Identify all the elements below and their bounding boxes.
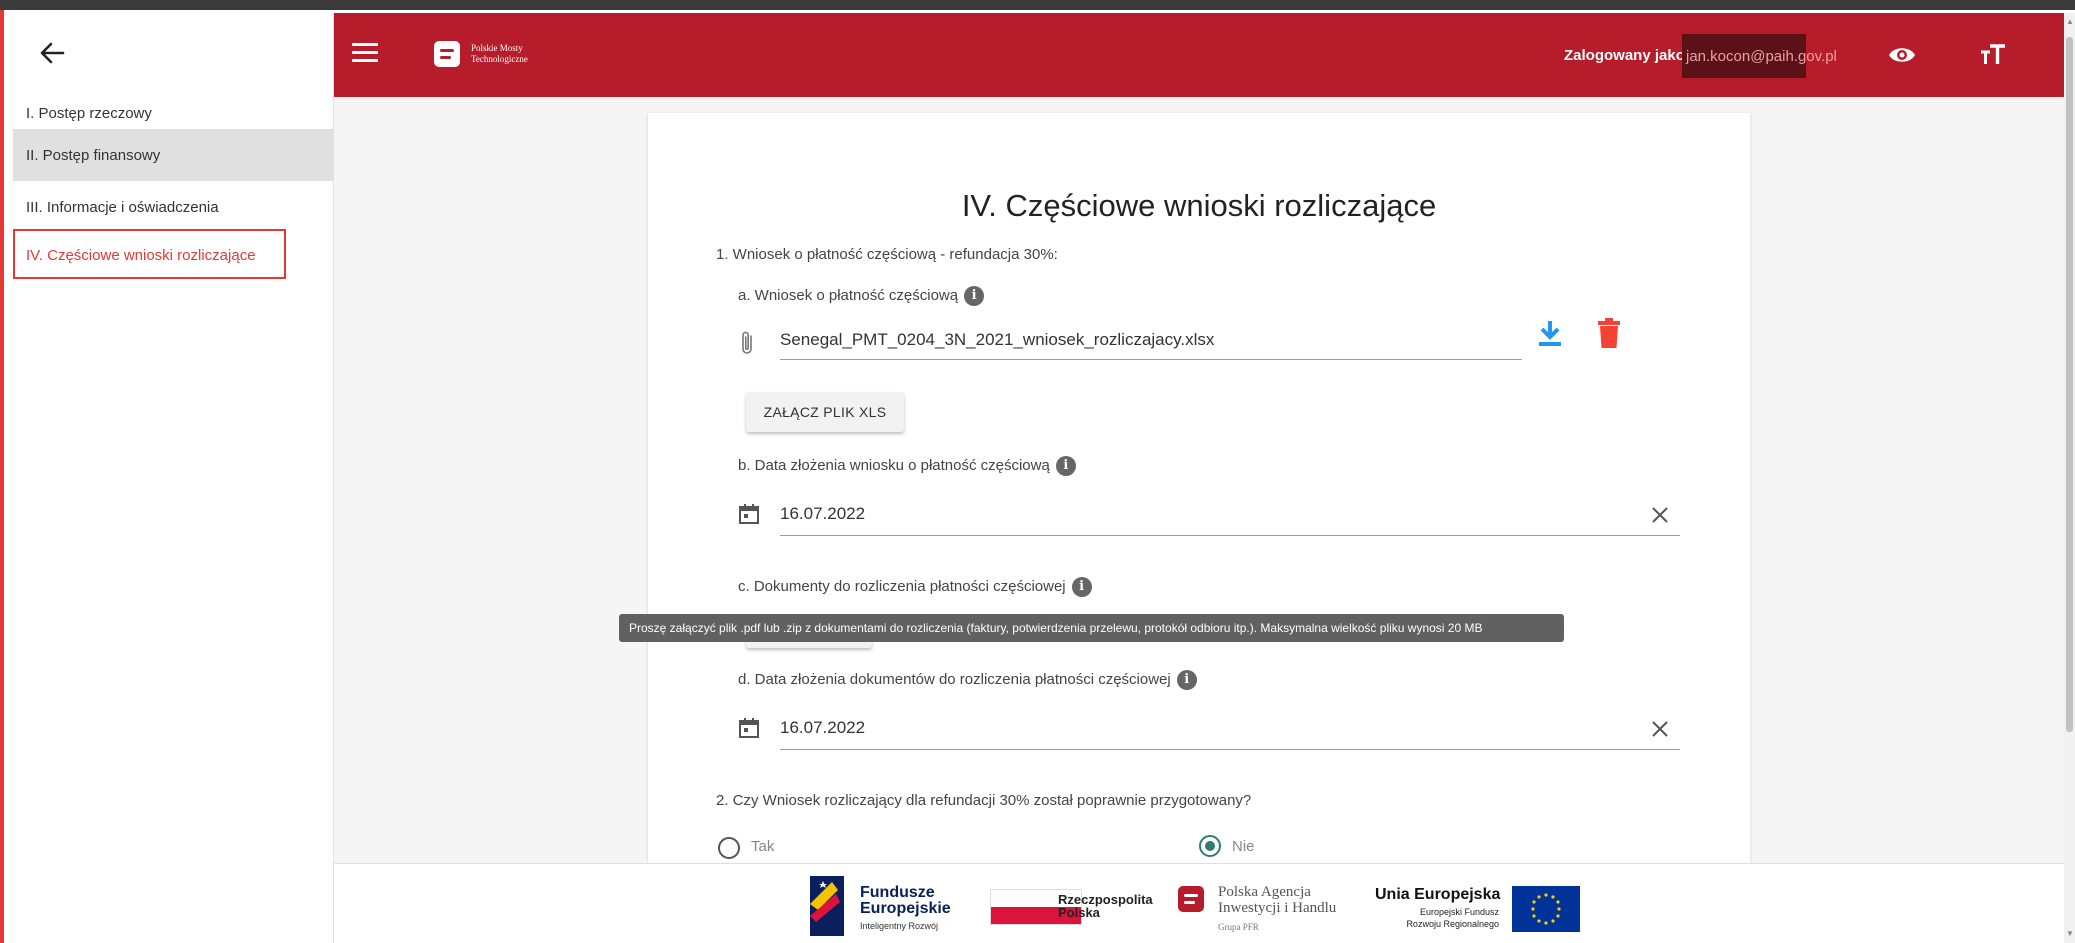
question-1c: c. Dokumenty do rozliczenia płatności cz… [738,577,1092,597]
radio-nie[interactable] [1199,835,1221,857]
info-icon[interactable]: i [964,286,985,306]
sidebar-item-label: IV. Częściowe wnioski rozliczające [26,246,256,264]
question-1b: b. Data złożenia wniosku o płatność częś… [738,456,1076,476]
info-icon[interactable]: i [1176,670,1197,690]
question-1b-text: b. Data złożenia wniosku o płatność częś… [738,456,1050,474]
question-1c-text: c. Dokumenty do rozliczenia płatności cz… [738,577,1066,595]
page-title: IV. Częściowe wnioski rozliczające [961,188,1437,223]
close-icon[interactable] [1650,719,1670,739]
scroll-down-icon[interactable]: ▼ [2066,929,2074,939]
back-arrow-icon [40,42,65,64]
rp-text: Rzeczpospolita Polska [1058,893,1153,919]
close-icon[interactable] [1650,505,1670,525]
page-scrollbar[interactable]: ▲ ▼ [2064,13,2075,943]
fundusze-europejskie-logo-icon [810,876,844,936]
logo-icon [434,41,460,67]
scroll-up-icon[interactable]: ▲ [2066,17,2074,27]
app-header: Polskie Mosty Technologiczne Zalogowany … [334,13,2064,97]
eu-flag-icon [1512,886,1580,932]
ue-sub-line-1: Europejski Fundusz [1419,907,1499,917]
back-button[interactable] [33,33,73,73]
paih-logo-icon [1178,886,1204,912]
calendar-icon[interactable] [738,717,760,739]
eye-icon[interactable] [1887,43,1917,67]
fe-line-2: Europejskie [860,900,951,917]
form-card [648,113,1750,863]
question-1a: a. Wniosek o płatność częściową i [738,286,985,306]
info-icon[interactable]: i [1055,456,1076,476]
sidebar-item-czesciowe-wnioski[interactable]: IV. Częściowe wnioski rozliczające [13,229,334,281]
logo-line-1: Polskie Mosty [471,43,523,53]
paih-line-2: Inwestycji i Handlu [1218,900,1337,916]
question-1: 1. Wniosek o płatność częściową - refund… [716,246,1058,263]
trash-icon[interactable] [1596,317,1622,349]
radio-tak[interactable] [718,837,740,859]
app-logo-text: Polskie Mosty Technologiczne [471,43,571,65]
download-icon[interactable] [1535,318,1565,350]
sidebar-item-label: II. Postęp finansowy [26,146,161,164]
window-top-edge [0,0,2075,10]
sidebar: I. Postęp rzeczowy II. Postęp finansowy … [13,13,334,943]
date-value-wniosek: 16.07.2022 [780,504,866,523]
paih-text: Polska Agencja Inwestycji i Handlu [1218,884,1336,916]
paih-line-1: Polska Agencja [1218,884,1311,900]
user-email: jan.kocon@paih.gov.pl [1682,34,1837,78]
ue-subtitle: Europejski Fundusz Rozwoju Regionalnego [1375,906,1499,930]
question-1a-text: a. Wniosek o płatność częściową [738,286,959,304]
selection-outline [0,10,13,943]
attached-file-field[interactable]: Senegal_PMT_0204_3N_2021_wniosek_rozlicz… [780,322,1522,360]
rp-line-2: Polska [1058,905,1100,920]
sidebar-item-postep-finansowy[interactable]: II. Postęp finansowy [13,129,334,181]
ue-sub-line-2: Rozwoju Regionalnego [1406,919,1499,929]
question-2: 2. Czy Wniosek rozliczający dla refundac… [716,792,1252,809]
logo-line-2: Technologiczne [471,54,528,64]
user-label: Zalogowany jako: [1564,47,1690,64]
tooltip: Proszę załączyć plik .pdf lub .zip z dok… [619,614,1564,642]
ue-title: Unia Europejska [1375,886,1501,903]
hamburger-icon[interactable] [352,43,378,67]
question-1d: d. Data złożenia dokumentów do rozliczen… [738,670,1197,690]
fe-title: Fundusze Europejskie [860,885,951,917]
radio-tak-label: Tak [751,838,775,855]
date-field-wniosek[interactable]: 16.07.2022 [780,496,1680,536]
paih-subtitle: Grupa PFR [1218,922,1259,932]
attach-xls-button[interactable]: ZAŁĄCZ PLIK XLS [746,392,904,432]
sidebar-item-label: I. Postęp rzeczowy [26,104,152,122]
question-1d-text: d. Data złożenia dokumentów do rozliczen… [738,670,1171,688]
fe-subtitle: Inteligentny Rozwój [860,921,939,931]
fe-line-1: Fundusze [860,884,935,901]
date-field-dokumenty[interactable]: 16.07.2022 [780,710,1680,750]
sidebar-item-label: III. Informacje i oświadczenia [26,198,219,216]
date-value-dokumenty: 16.07.2022 [780,718,866,737]
paperclip-icon [738,330,758,356]
sidebar-item-informacje[interactable]: III. Informacje i oświadczenia [13,181,334,233]
radio-nie-label: Nie [1232,838,1255,855]
info-icon[interactable]: i [1071,577,1092,597]
attached-file-name: Senegal_PMT_0204_3N_2021_wniosek_rozlicz… [780,330,1215,349]
calendar-icon[interactable] [738,503,760,525]
scroll-thumb[interactable] [2066,37,2073,732]
font-size-icon[interactable] [1980,43,2006,67]
